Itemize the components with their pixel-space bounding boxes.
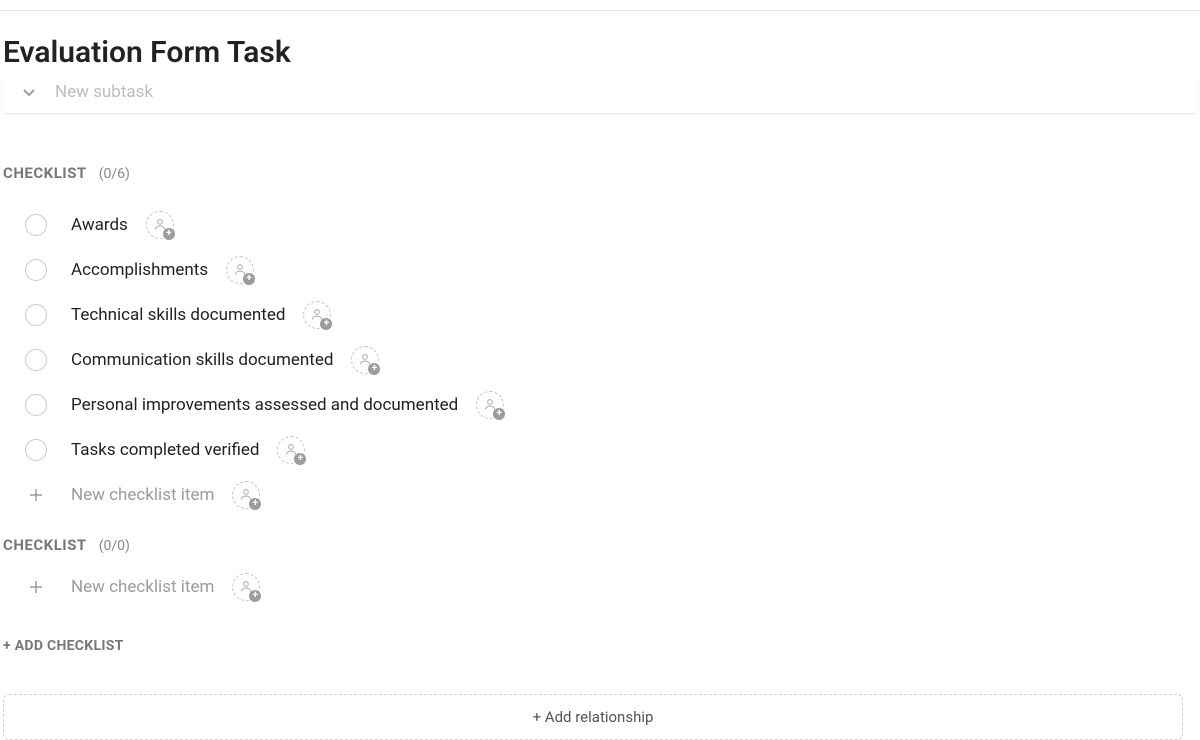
assign-user-button[interactable] [226,256,254,284]
checkbox-circle[interactable] [25,304,47,326]
checkbox-circle[interactable] [25,439,47,461]
checklist-2-header: CHECKLIST (0/0) [3,536,1197,554]
plus-icon [25,578,47,596]
checklist-item-text: Tasks completed verified [71,440,259,460]
checklist-item[interactable]: Technical skills documented [25,292,1197,337]
checklist-item[interactable]: Communication skills documented [25,337,1197,382]
assign-user-button[interactable] [351,346,379,374]
chevron-down-icon [23,82,35,101]
add-checklist-item-row-2[interactable]: New checklist item [3,566,1197,608]
plus-badge-icon [294,453,306,465]
new-checklist-item-placeholder: New checklist item [71,485,214,505]
assign-user-button[interactable] [476,391,504,419]
assign-user-button[interactable] [303,301,331,329]
plus-icon [25,486,47,504]
assign-user-button[interactable] [146,211,174,239]
checklist-2-count: (0/0) [99,538,130,554]
assign-user-button[interactable] [277,436,305,464]
checkbox-circle[interactable] [25,394,47,416]
checklist-item[interactable]: Accomplishments [25,247,1197,292]
add-checklist-item-row-1[interactable]: New checklist item [3,474,1197,516]
checklist-item[interactable]: Awards [25,202,1197,247]
new-subtask-row[interactable]: New subtask [3,70,1197,114]
checklist-item-text: Awards [71,215,128,235]
plus-badge-icon [249,590,261,602]
checkbox-circle[interactable] [25,214,47,236]
checklist-1-label: CHECKLIST [3,164,87,182]
plus-badge-icon [493,408,505,420]
checklist-1-count: (0/6) [99,166,130,182]
plus-badge-icon [243,273,255,285]
add-relationship-button[interactable]: + Add relationship [3,694,1183,740]
assign-user-button[interactable] [232,573,260,601]
plus-badge-icon [249,498,261,510]
page-title: Evaluation Form Task [3,35,1197,70]
checklist-item-text: Accomplishments [71,260,208,280]
checklist-item[interactable]: Tasks completed verified [25,427,1197,472]
new-checklist-item-placeholder: New checklist item [71,577,214,597]
new-subtask-placeholder: New subtask [55,82,153,102]
checklist-2-label: CHECKLIST [3,536,87,554]
checkbox-circle[interactable] [25,349,47,371]
plus-badge-icon [163,228,175,240]
checklist-item[interactable]: Personal improvements assessed and docum… [25,382,1197,427]
assign-user-button[interactable] [232,481,260,509]
add-checklist-button[interactable]: + ADD CHECKLIST [3,638,124,654]
plus-badge-icon [320,318,332,330]
checklist-1-header: CHECKLIST (0/6) [3,164,1197,182]
top-divider [0,10,1200,11]
checkbox-circle[interactable] [25,259,47,281]
plus-badge-icon [368,363,380,375]
checklist-item-text: Communication skills documented [71,350,333,370]
checklist-1-items: Awards Accomplishments Technical skills … [3,202,1197,472]
add-relationship-label: + Add relationship [533,708,654,726]
checklist-item-text: Technical skills documented [71,305,285,325]
checklist-item-text: Personal improvements assessed and docum… [71,395,458,415]
